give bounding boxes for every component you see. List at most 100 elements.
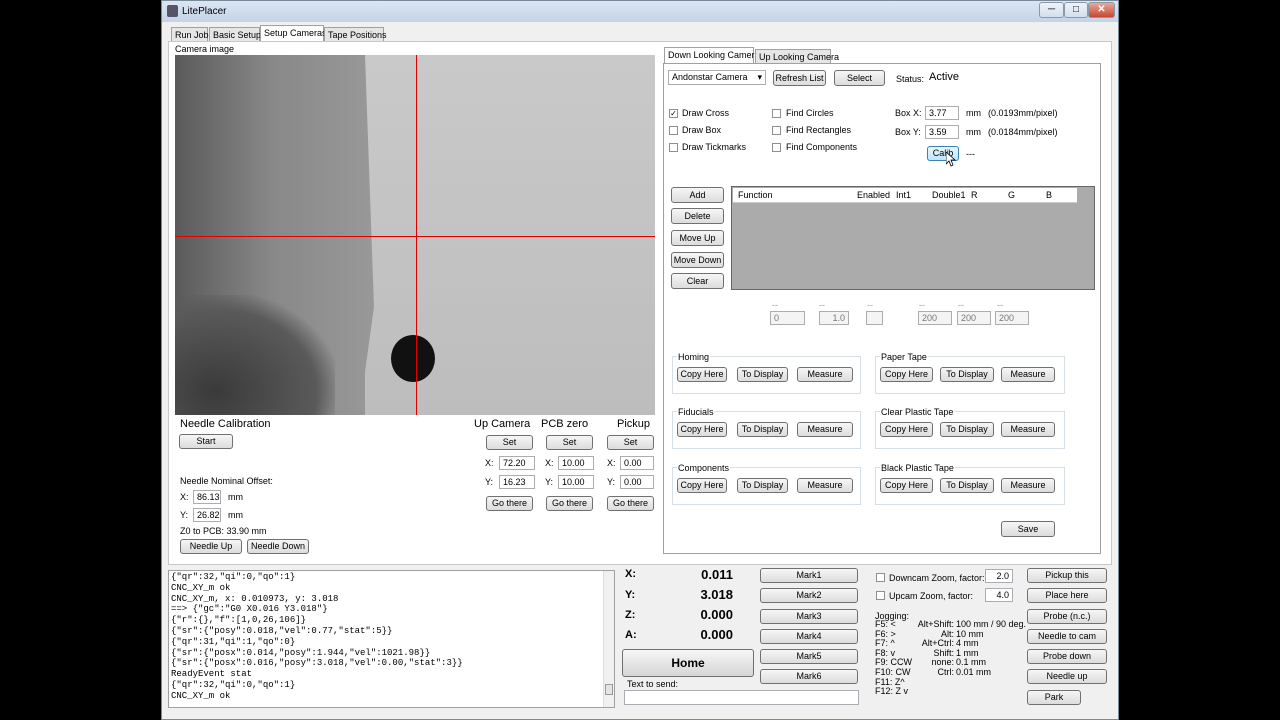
home-button[interactable]: Home [622,649,754,677]
draw-box-checkbox[interactable] [669,126,678,135]
upcam-zoom-input[interactable]: 4.0 [985,588,1013,602]
select-camera-button[interactable]: Select [834,70,885,86]
pcb-zero-go-button[interactable]: Go there [546,496,593,511]
close-button[interactable]: ✕ [1088,2,1115,18]
find-rectangles-checkbox[interactable] [772,126,781,135]
function-table[interactable]: Function Enabled Int1 Double1 R G B [731,186,1095,290]
homing-copy-here-button[interactable]: Copy Here [677,367,727,382]
tab-setup-cameras[interactable]: Setup Cameras [260,25,327,41]
homing-measure-button[interactable]: Measure [797,367,853,382]
pickup-this-button[interactable]: Pickup this [1027,568,1107,583]
park-button[interactable]: Park [1027,690,1081,705]
col-double1[interactable]: Double1 [932,190,966,200]
up-camera-x-input[interactable]: 72.20 [499,456,535,470]
refresh-list-button[interactable]: Refresh List [773,70,826,86]
needle-x-input[interactable]: 86.13 [193,490,221,504]
needle-down-button[interactable]: Needle Down [247,539,309,554]
needle-y-input[interactable]: 26.82 [193,508,221,522]
tab-up-looking-camera[interactable]: Up Looking Camera [755,49,839,63]
param-input-2[interactable]: 1.0 [819,311,849,325]
param-spin-4[interactable]: 200 [918,311,952,325]
needle-y-unit: mm [228,510,243,520]
paper-tape-to-display-button[interactable]: To Display [940,367,994,382]
black-plastic-to-display-button[interactable]: To Display [940,478,994,493]
up-camera-go-button[interactable]: Go there [486,496,533,511]
black-plastic-measure-button[interactable]: Measure [1001,478,1055,493]
up-camera-set-button[interactable]: Set [486,435,533,450]
homing-to-display-button[interactable]: To Display [737,367,788,382]
camera-image[interactable] [175,55,655,415]
col-r[interactable]: R [971,190,978,200]
components-measure-button[interactable]: Measure [797,478,853,493]
pickup-y-input[interactable]: 0.00 [620,475,654,489]
upcam-zoom-checkbox[interactable] [876,591,885,600]
up-camera-y-input[interactable]: 16.23 [499,475,535,489]
paper-tape-measure-button[interactable]: Measure [1001,367,1055,382]
param-box-3[interactable] [866,311,883,325]
clear-plastic-to-display-button[interactable]: To Display [940,422,994,437]
console-scrollbar[interactable] [603,571,614,707]
func-delete-button[interactable]: Delete [671,208,724,224]
probe-down-button[interactable]: Probe down [1027,649,1107,664]
minimize-button[interactable]: ─ [1039,2,1064,18]
needle-up-action-button[interactable]: Needle up [1027,669,1107,684]
tab-tape-positions[interactable]: Tape Positions [324,27,387,41]
serial-console[interactable]: {"qr":32,"qi":0,"qo":1} CNC_XY_m ok CNC_… [168,570,615,708]
func-move-up-button[interactable]: Move Up [671,230,724,246]
param-spin-1[interactable]: 0 [770,311,805,325]
col-int1[interactable]: Int1 [896,190,911,200]
mark6-button[interactable]: Mark6 [760,669,858,684]
components-copy-here-button[interactable]: Copy Here [677,478,727,493]
needle-cal-start-button[interactable]: Start [179,434,233,449]
tab-down-looking-camera[interactable]: Down Looking Camera [664,47,760,63]
tab-run-job[interactable]: Run Job [171,27,209,41]
needle-up-button[interactable]: Needle Up [180,539,242,554]
place-here-button[interactable]: Place here [1027,588,1107,603]
col-function[interactable]: Function [738,190,773,200]
pcb-zero-y-input[interactable]: 10.00 [558,475,594,489]
box-y-input[interactable]: 3.59 [925,125,959,139]
downcam-zoom-checkbox[interactable] [876,573,885,582]
draw-cross-checkbox[interactable]: ✓ [669,109,678,118]
maximize-button[interactable]: □ [1064,2,1088,18]
tab-basic-setup[interactable]: Basic Setup [209,27,261,41]
col-enabled[interactable]: Enabled [857,190,890,200]
pickup-set-button[interactable]: Set [607,435,654,450]
func-add-button[interactable]: Add [671,187,724,203]
pickup-go-button[interactable]: Go there [607,496,654,511]
fiducials-measure-button[interactable]: Measure [797,422,853,437]
probe-nc-button[interactable]: Probe (n.c.) [1027,609,1107,624]
mark2-button[interactable]: Mark2 [760,588,858,603]
camera-select-dropdown[interactable]: Andonstar Camera ▾ [668,70,766,85]
fiducials-to-display-button[interactable]: To Display [737,422,788,437]
mark1-button[interactable]: Mark1 [760,568,858,583]
pcb-zero-x-input[interactable]: 10.00 [558,456,594,470]
mark5-button[interactable]: Mark5 [760,649,858,664]
black-plastic-copy-here-button[interactable]: Copy Here [880,478,933,493]
col-b[interactable]: B [1046,190,1052,200]
find-circles-checkbox[interactable] [772,109,781,118]
title-bar[interactable]: LitePlacer ─ □ ✕ [162,1,1118,22]
col-g[interactable]: G [1008,190,1015,200]
paper-tape-copy-here-button[interactable]: Copy Here [880,367,933,382]
param-spin-6[interactable]: 200 [995,311,1029,325]
clear-plastic-copy-here-button[interactable]: Copy Here [880,422,933,437]
box-x-input[interactable]: 3.77 [925,106,959,120]
find-components-checkbox[interactable] [772,143,781,152]
pickup-x-input[interactable]: 0.00 [620,456,654,470]
downcam-zoom-input[interactable]: 2.0 [985,569,1013,583]
draw-tickmarks-checkbox[interactable] [669,143,678,152]
param-spin-5[interactable]: 200 [957,311,991,325]
fiducials-copy-here-button[interactable]: Copy Here [677,422,727,437]
mark3-button[interactable]: Mark3 [760,609,858,624]
text-to-send-input[interactable] [624,690,859,705]
func-move-down-button[interactable]: Move Down [671,252,724,268]
pcb-zero-set-button[interactable]: Set [546,435,593,450]
save-button[interactable]: Save [1001,521,1055,537]
console-scroll-thumb[interactable] [605,684,613,695]
mark4-button[interactable]: Mark4 [760,629,858,644]
components-to-display-button[interactable]: To Display [737,478,788,493]
needle-to-cam-button[interactable]: Needle to cam [1027,629,1107,644]
clear-plastic-measure-button[interactable]: Measure [1001,422,1055,437]
func-clear-button[interactable]: Clear [671,273,724,289]
